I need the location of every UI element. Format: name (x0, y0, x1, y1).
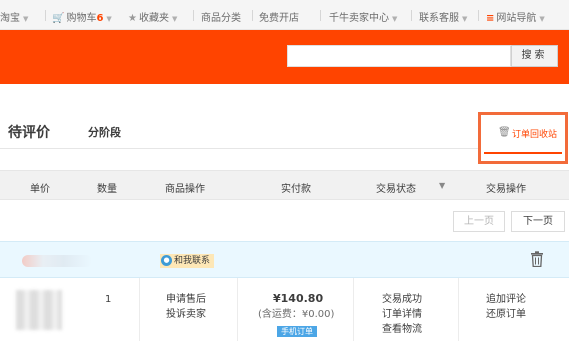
nav-taobao-home[interactable]: 淘宝 ▼ (0, 9, 28, 24)
col-unit-price: 单价 (30, 184, 50, 195)
nav-customer-service[interactable]: 联系客服 ▼ (419, 9, 467, 24)
next-page-button[interactable]: 下一页 (511, 211, 565, 232)
complain-seller-link[interactable]: 投诉卖家 (166, 307, 206, 322)
tab-divider (0, 148, 480, 149)
nav-open-shop[interactable]: 免费开店 (259, 9, 299, 24)
tab-pending-review[interactable]: 待评价 (8, 122, 50, 142)
prev-page-button[interactable]: 上一页 (453, 211, 505, 232)
col-paid-amount: 实付款 (281, 184, 311, 195)
apply-after-sales-link[interactable]: 申请售后 (166, 292, 206, 307)
site-map-icon: ≡ (486, 13, 495, 24)
nav-divider (478, 10, 479, 21)
nav-site-map[interactable]: ≡ 网站导航 ▼ (486, 9, 545, 24)
site-top-nav: 淘宝 ▼ 🛒 购物车6 ▼ ★ 收藏夹 ▼ 商品分类 免费开店 千牛卖家中心 ▼ 联系客服 ▼… (0, 0, 569, 30)
contact-seller-button[interactable]: ● 和我联系 (160, 254, 215, 268)
column-divider (353, 278, 354, 341)
recycle-bin-label: 订单回收站 (512, 130, 558, 140)
column-divider (139, 278, 140, 341)
nav-divider (411, 10, 412, 21)
nav-divider (45, 10, 46, 21)
tab-staged[interactable]: 分阶段 (88, 124, 121, 140)
col-trade-status[interactable]: 交易状态 (376, 180, 416, 195)
shop-name-blurred (22, 255, 92, 267)
nav-cart[interactable]: 🛒 购物车6 ▼ (52, 9, 112, 24)
chevron-down-icon[interactable]: ▼ (439, 181, 445, 190)
cart-count-badge: 6 (96, 13, 104, 24)
search-button[interactable]: 搜索 (511, 45, 558, 67)
product-thumbnail-blurred (16, 290, 62, 330)
nav-categories[interactable]: 商品分类 (201, 9, 241, 24)
order-total: ¥140.80 (273, 292, 324, 305)
order-details-link[interactable]: 订单详情 (382, 307, 422, 322)
trade-status-text: 交易成功 (382, 294, 422, 305)
col-quantity: 数量 (97, 184, 117, 195)
order-item-row: 1 申请售后 投诉卖家 ¥140.80 (含运费：¥0.00) 手机订单 交易成… (0, 278, 569, 341)
trash-icon: 🗑 (498, 127, 511, 138)
search-input[interactable] (287, 45, 511, 67)
add-review-link[interactable]: 追加评论 (486, 292, 526, 307)
order-table-header: 单价 数量 商品操作 实付款 交易状态 ▼ 交易操作 (0, 170, 569, 200)
col-item-actions: 商品操作 (165, 184, 205, 195)
col-trade-actions: 交易操作 (486, 184, 526, 195)
delete-order-icon[interactable] (530, 251, 544, 267)
order-recycle-bin-link[interactable]: 🗑 订单回收站 (478, 112, 568, 164)
nav-divider (193, 10, 194, 21)
mobile-order-tag: 手机订单 (277, 324, 317, 339)
nav-divider (320, 10, 321, 21)
column-divider (237, 278, 238, 341)
order-header: ● 和我联系 (0, 241, 569, 278)
nav-seller-center[interactable]: 千牛卖家中心 ▼ (329, 9, 397, 24)
star-icon: ★ (128, 13, 137, 24)
header-banner: 搜索 (0, 30, 569, 84)
view-logistics-link[interactable]: 查看物流 (382, 322, 422, 337)
restore-order-link[interactable]: 还原订单 (486, 307, 526, 322)
column-divider (458, 278, 459, 341)
cart-icon: 🛒 (52, 13, 65, 24)
item-quantity: 1 (105, 294, 112, 305)
shipping-fee: (含运费：¥0.00) (258, 309, 335, 320)
nav-divider (252, 10, 253, 21)
chat-icon: ● (161, 255, 172, 266)
nav-favorites[interactable]: ★ 收藏夹 ▼ (128, 9, 177, 24)
recycle-bin-underline (484, 152, 562, 154)
